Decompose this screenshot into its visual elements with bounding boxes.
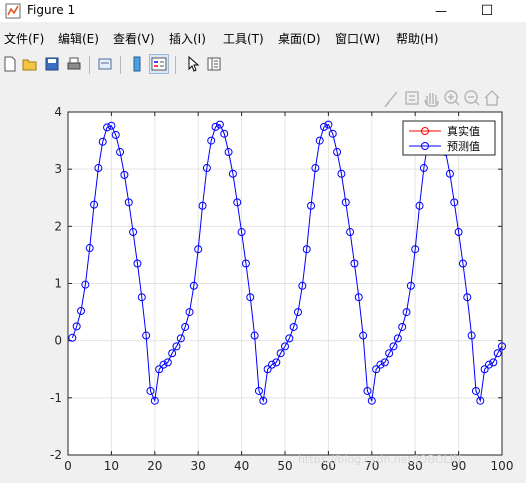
legend-icon	[151, 57, 167, 71]
x-tick-label: 10	[104, 459, 119, 473]
colorbar-button[interactable]	[127, 54, 147, 74]
menu-help[interactable]: 帮助(H)	[396, 30, 438, 47]
axes-toolbar	[384, 90, 500, 108]
y-tick-label: -2	[50, 448, 62, 462]
colorbar-icon	[133, 56, 141, 72]
menu-tools[interactable]: 工具(T)	[223, 30, 264, 47]
menu-window[interactable]: 窗口(W)	[335, 30, 380, 47]
edit-plot-button[interactable]	[183, 54, 203, 74]
watermark-text: https://blog.csdn.net/JOBOLIN	[298, 453, 461, 466]
link-plot-button[interactable]	[95, 54, 115, 74]
x-tick-label: 20	[147, 459, 162, 473]
menu-edit[interactable]: 编辑(E)	[58, 30, 99, 47]
y-tick-label: 2	[54, 219, 62, 233]
new-figure-icon	[4, 56, 16, 72]
save-button[interactable]	[42, 54, 62, 74]
matlab-figure-icon	[5, 3, 21, 23]
figure-toolbar	[0, 52, 526, 78]
y-tick-label: 4	[54, 105, 62, 119]
toolbar-separator	[120, 56, 121, 74]
menu-desktop[interactable]: 桌面(D)	[278, 30, 321, 47]
x-tick-label: 40	[234, 459, 249, 473]
brush-icon[interactable]	[384, 91, 398, 108]
home-icon[interactable]	[484, 90, 500, 106]
x-tick-label: 100	[491, 459, 514, 473]
window-title: Figure 1	[27, 3, 76, 17]
y-tick-label: 1	[54, 277, 62, 291]
menu-insert[interactable]: 插入(I)	[169, 30, 206, 47]
legend-label-1: 真实值	[447, 124, 480, 138]
pan-hand-icon[interactable]	[424, 93, 439, 107]
menu-bar: 文件(F) 编辑(E) 查看(V) 插入(I) 工具(T) 桌面(D) 窗口(W…	[0, 27, 526, 49]
print-button[interactable]	[64, 54, 84, 74]
axes: 0 10 20 30 40 50 60 70 80 90 100-2-101234真实值预测值	[50, 105, 513, 473]
save-icon	[45, 57, 59, 71]
zoom-in-icon[interactable]	[444, 90, 460, 106]
new-figure-button[interactable]	[0, 54, 20, 74]
figure-canvas: 0 10 20 30 40 50 60 70 80 90 100 -2 -1 0 1 2 3 4 真实值 预测值 ht…	[0, 80, 526, 479]
datatip-icon[interactable]	[405, 91, 419, 105]
zoom-out-icon[interactable]	[464, 90, 480, 106]
maximize-icon: ☐	[480, 3, 494, 19]
legend-label-2: 预测值	[447, 140, 480, 153]
x-tick-label: 0	[64, 459, 72, 473]
minimize-icon: —	[435, 4, 447, 18]
link-plot-icon	[98, 58, 112, 70]
y-tick-label: 0	[54, 334, 62, 348]
y-tick-label: -1	[50, 391, 62, 405]
maximize-button[interactable]: ☐	[464, 0, 510, 22]
x-tick-label: 30	[191, 459, 206, 473]
menu-file[interactable]: 文件(F)	[4, 30, 44, 47]
x-tick-label: 50	[277, 459, 292, 473]
open-file-button[interactable]	[20, 54, 40, 74]
property-inspector-icon	[207, 57, 221, 71]
legend-button[interactable]	[149, 54, 169, 74]
plot-svg[interactable]: 0 10 20 30 40 50 60 70 80 90 100-2-101234真实值预测值 ht…	[0, 80, 526, 479]
y-tick-label: 3	[54, 162, 62, 176]
toolbar-separator	[175, 56, 176, 74]
edit-plot-arrow-icon	[188, 56, 200, 72]
open-file-icon	[22, 59, 37, 71]
minimize-button[interactable]: —	[418, 0, 464, 22]
property-inspector-button[interactable]	[204, 54, 224, 74]
print-icon	[67, 57, 81, 70]
title-bar: Figure 1 — ☐	[0, 0, 526, 22]
menu-view[interactable]: 查看(V)	[113, 30, 155, 47]
toolbar-separator	[89, 56, 90, 74]
